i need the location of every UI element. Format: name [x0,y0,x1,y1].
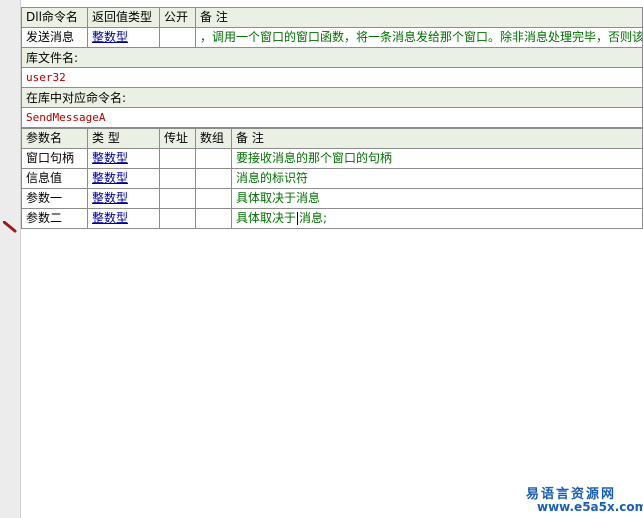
header-dll-name: Dll命令名 [21,7,88,28]
dll-name-cell[interactable]: 发送消息 [21,27,88,48]
public-cell[interactable] [159,27,196,48]
param-name-cell[interactable]: 参数二 [21,208,88,229]
table-row: 窗口句柄 整数型 要接收消息的那个窗口的句柄 [21,148,643,169]
param-array-cell[interactable] [195,208,232,229]
table-row: 参数二 整数型 具体取决于 消息; [21,208,643,229]
param-type-cell[interactable]: 整数型 [87,188,160,209]
header-public: 公开 [159,7,196,28]
header-param-name: 参数名 [21,128,88,149]
param-byref-cell[interactable] [159,188,196,209]
library-value[interactable]: user32 [21,68,643,88]
param-note-cell[interactable]: 消息的标识符 [231,168,643,189]
param-note-cell[interactable]: 要接收消息的那个窗口的句柄 [231,148,643,169]
dll-command-table: Dll命令名 返回值类型 公开 备 注 发送消息 整数型 ，调用一个窗口的窗口函… [21,7,643,48]
table-row: 参数一 整数型 具体取决于消息 [21,188,643,209]
header-byref: 传址 [159,128,196,149]
header-array: 数组 [195,128,232,149]
parameters-table: 参数名 类 型 传址 数组 备 注 窗口句柄 整数型 要接收消息的那个窗口的句柄… [21,128,643,229]
param-byref-cell[interactable] [159,208,196,229]
current-line-marker-icon [3,221,17,233]
library-label: 库文件名: [21,48,643,68]
param-array-cell[interactable] [195,188,232,209]
param-array-cell[interactable] [195,148,232,169]
param-name-cell[interactable]: 信息值 [21,168,88,189]
param-byref-cell[interactable] [159,168,196,189]
param-array-cell[interactable] [195,168,232,189]
header-param-type: 类 型 [87,128,160,149]
watermark-url: www.e5a5x.com [537,500,643,514]
command-value[interactable]: SendMessageA [21,108,643,128]
command-label: 在库中对应命令名: [21,88,643,108]
return-type-cell[interactable]: 整数型 [87,27,160,48]
note-text-before-caret: 具体取决于 [236,211,297,225]
param-name-cell[interactable]: 参数一 [21,188,88,209]
line-gutter [0,0,21,518]
param-type-cell[interactable]: 整数型 [87,168,160,189]
text-caret [297,212,299,225]
param-note-cell[interactable]: 具体取决于 消息; [231,208,643,229]
param-type-cell[interactable]: 整数型 [87,208,160,229]
param-byref-cell[interactable] [159,148,196,169]
header-param-note: 备 注 [231,128,643,149]
note-cell[interactable]: ，调用一个窗口的窗口函数，将一条消息发给那个窗口。除非消息处理完毕，否则该 [195,27,643,48]
note-text-after-caret: 消息; [299,211,328,225]
param-name-cell[interactable]: 窗口句柄 [21,148,88,169]
header-note: 备 注 [195,7,643,28]
table-row: 信息值 整数型 消息的标识符 [21,168,643,189]
dll-declaration-editor: Dll命令名 返回值类型 公开 备 注 发送消息 整数型 ，调用一个窗口的窗口函… [21,7,643,229]
param-note-cell[interactable]: 具体取决于消息 [231,188,643,209]
param-type-cell[interactable]: 整数型 [87,148,160,169]
header-return-type: 返回值类型 [87,7,160,28]
